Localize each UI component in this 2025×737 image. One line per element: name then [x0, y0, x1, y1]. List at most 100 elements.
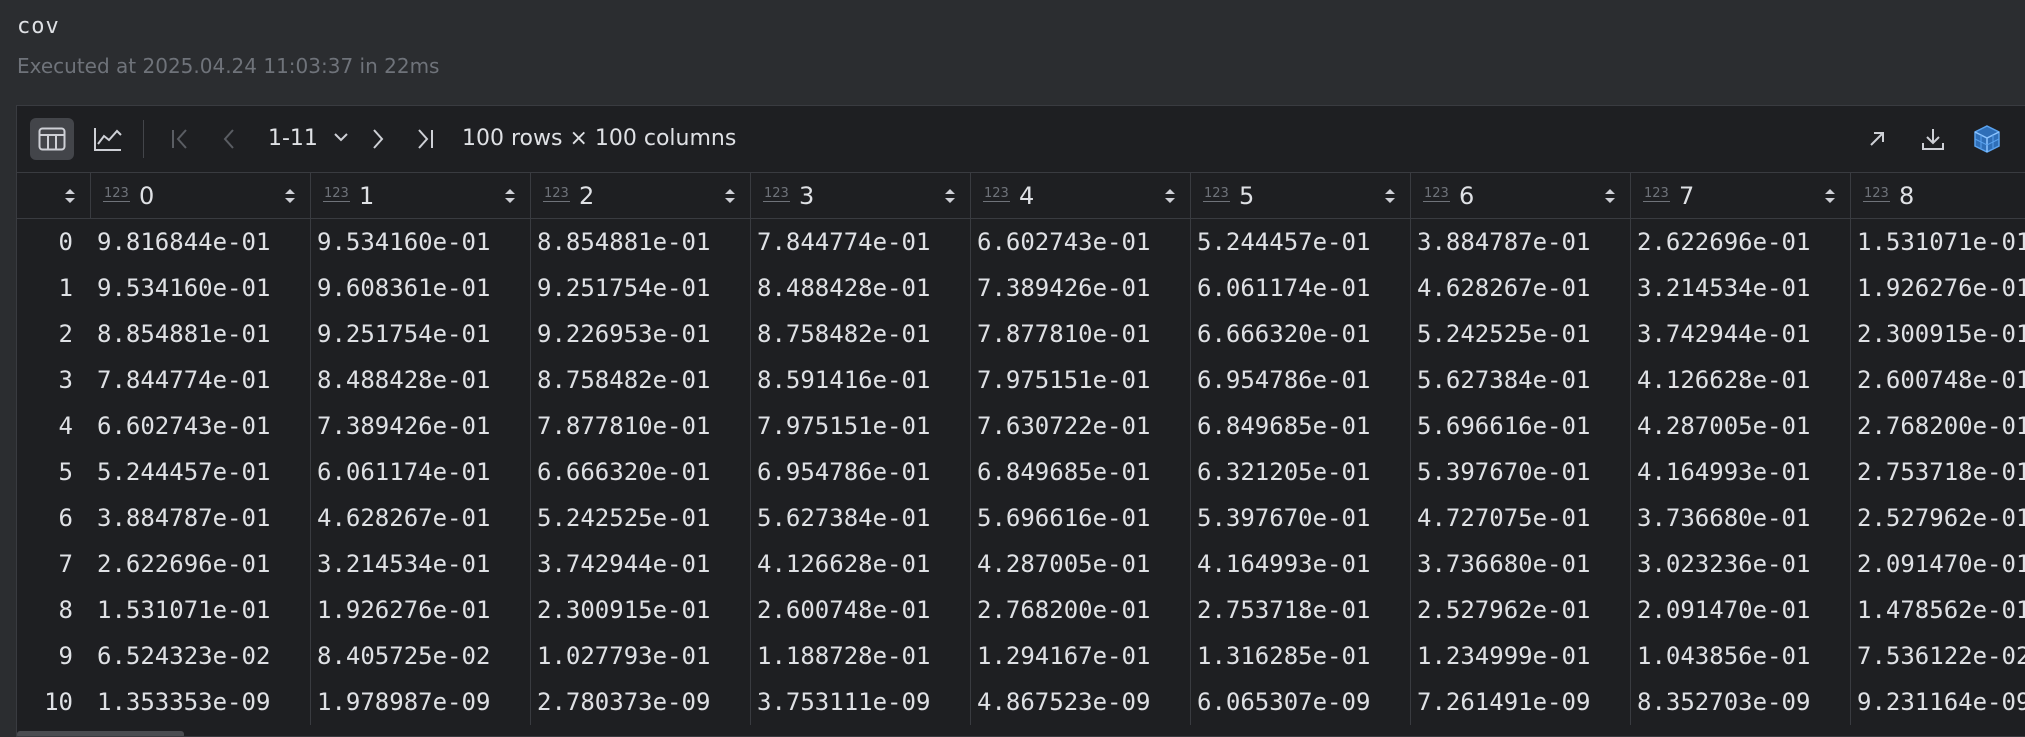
table-row[interactable]: 2 8.854881e-01 9.251754e-01 9.226953e-01 8.7…	[17, 311, 2025, 357]
table-cell[interactable]: 7.389426e-01	[311, 403, 531, 449]
last-page-icon[interactable]	[407, 118, 443, 160]
table-cell[interactable]: 5.627384e-01	[1411, 357, 1631, 403]
table-cell[interactable]: 1.316285e-01	[1191, 633, 1411, 679]
table-cell[interactable]: 2.600748e-01	[1851, 357, 2025, 403]
table-cell[interactable]: 8.758482e-01	[751, 311, 971, 357]
table-row[interactable]: 9 6.524323e-02 8.405725e-02 1.027793e-01 1.1…	[17, 633, 2025, 679]
table-cell[interactable]: 6.524323e-02	[91, 633, 311, 679]
table-cell[interactable]: 3.742944e-01	[1631, 311, 1851, 357]
table-cell[interactable]: 7.975151e-01	[971, 357, 1191, 403]
table-cell[interactable]: 2.300915e-01	[531, 587, 751, 633]
chevron-down-icon[interactable]	[332, 128, 350, 150]
table-row[interactable]: 7 2.622696e-01 3.214534e-01 3.742944e-01 4.1…	[17, 541, 2025, 587]
table-cell[interactable]: 2.527962e-01	[1411, 587, 1631, 633]
table-cell[interactable]: 6.061174e-01	[311, 449, 531, 495]
table-cell[interactable]: 1.234999e-01	[1411, 633, 1631, 679]
table-cell[interactable]: 2.091470e-01	[1851, 541, 2025, 587]
table-cell[interactable]: 7.630722e-01	[971, 403, 1191, 449]
page-range-label[interactable]: 1-11	[268, 126, 318, 151]
sort-icon[interactable]	[943, 186, 957, 206]
table-cell[interactable]: 6.061174e-01	[1191, 265, 1411, 311]
table-cell[interactable]: 8.488428e-01	[751, 265, 971, 311]
table-row[interactable]: 5 5.244457e-01 6.061174e-01 6.666320e-01 6.9…	[17, 449, 2025, 495]
table-cell[interactable]: 1.926276e-01	[1851, 265, 2025, 311]
table-row[interactable]: 6 3.884787e-01 4.628267e-01 5.242525e-01 5.6…	[17, 495, 2025, 541]
table-cell[interactable]: 3.884787e-01	[91, 495, 311, 541]
sort-icon[interactable]	[1383, 186, 1397, 206]
column-header[interactable]: 123 1	[311, 173, 531, 218]
table-row[interactable]: 0 9.816844e-01 9.534160e-01 8.854881e-01 7.8…	[17, 219, 2025, 265]
sort-icon[interactable]	[503, 186, 517, 206]
data-cube-icon[interactable]	[1967, 118, 2007, 160]
table-cell[interactable]: 4.126628e-01	[1631, 357, 1851, 403]
table-row[interactable]: 8 1.531071e-01 1.926276e-01 2.300915e-01 2.6…	[17, 587, 2025, 633]
table-cell[interactable]: 4.287005e-01	[971, 541, 1191, 587]
table-cell[interactable]: 7.389426e-01	[971, 265, 1191, 311]
table-cell[interactable]: 9.226953e-01	[531, 311, 751, 357]
column-header[interactable]: 123 2	[531, 173, 751, 218]
table-cell[interactable]: 3.736680e-01	[1411, 541, 1631, 587]
table-cell[interactable]: 6.954786e-01	[1191, 357, 1411, 403]
table-cell[interactable]: 3.214534e-01	[311, 541, 531, 587]
table-cell[interactable]: 2.527962e-01	[1851, 495, 2025, 541]
table-cell[interactable]: 9.816844e-01	[91, 219, 311, 265]
table-cell[interactable]: 3.214534e-01	[1631, 265, 1851, 311]
table-cell[interactable]: 5.397670e-01	[1191, 495, 1411, 541]
table-cell[interactable]: 4.727075e-01	[1411, 495, 1631, 541]
table-cell[interactable]: 4.628267e-01	[1411, 265, 1631, 311]
table-cell[interactable]: 7.261491e-09	[1411, 679, 1631, 725]
table-cell[interactable]: 6.666320e-01	[531, 449, 751, 495]
column-header[interactable]: 123 5	[1191, 173, 1411, 218]
table-cell[interactable]: 7.877810e-01	[971, 311, 1191, 357]
table-cell[interactable]: 1.478562e-01	[1851, 587, 2025, 633]
table-cell[interactable]: 6.849685e-01	[1191, 403, 1411, 449]
table-cell[interactable]: 5.242525e-01	[531, 495, 751, 541]
table-cell[interactable]: 1.294167e-01	[971, 633, 1191, 679]
table-cell[interactable]: 6.321205e-01	[1191, 449, 1411, 495]
table-cell[interactable]: 8.405725e-02	[311, 633, 531, 679]
table-cell[interactable]: 2.622696e-01	[91, 541, 311, 587]
table-cell[interactable]: 2.780373e-09	[531, 679, 751, 725]
table-cell[interactable]: 2.091470e-01	[1631, 587, 1851, 633]
table-cell[interactable]: 1.978987e-09	[311, 679, 531, 725]
table-cell[interactable]: 3.753111e-09	[751, 679, 971, 725]
table-cell[interactable]: 4.628267e-01	[311, 495, 531, 541]
table-cell[interactable]: 4.164993e-01	[1631, 449, 1851, 495]
table-cell[interactable]: 8.591416e-01	[751, 357, 971, 403]
table-cell[interactable]: 2.600748e-01	[751, 587, 971, 633]
chevron-right-icon[interactable]	[363, 118, 393, 160]
table-cell[interactable]: 1.926276e-01	[311, 587, 531, 633]
table-cell[interactable]: 3.736680e-01	[1631, 495, 1851, 541]
table-cell[interactable]: 6.666320e-01	[1191, 311, 1411, 357]
table-cell[interactable]: 8.854881e-01	[531, 219, 751, 265]
table-cell[interactable]: 2.622696e-01	[1631, 219, 1851, 265]
table-cell[interactable]: 9.534160e-01	[91, 265, 311, 311]
table-cell[interactable]: 2.300915e-01	[1851, 311, 2025, 357]
table-cell[interactable]: 7.536122e-02	[1851, 633, 2025, 679]
table-row[interactable]: 1 9.534160e-01 9.608361e-01 9.251754e-01 8.4…	[17, 265, 2025, 311]
table-cell[interactable]: 9.251754e-01	[311, 311, 531, 357]
table-cell[interactable]: 1.027793e-01	[531, 633, 751, 679]
table-cell[interactable]: 7.844774e-01	[751, 219, 971, 265]
table-cell[interactable]: 5.242525e-01	[1411, 311, 1631, 357]
sort-icon[interactable]	[1603, 186, 1617, 206]
table-cell[interactable]: 8.854881e-01	[91, 311, 311, 357]
table-cell[interactable]: 5.244457e-01	[91, 449, 311, 495]
table-cell[interactable]: 4.287005e-01	[1631, 403, 1851, 449]
table-cell[interactable]: 6.065307e-09	[1191, 679, 1411, 725]
table-row[interactable]: 3 7.844774e-01 8.488428e-01 8.758482e-01 8.5…	[17, 357, 2025, 403]
table-cell[interactable]: 2.768200e-01	[971, 587, 1191, 633]
table-cell[interactable]: 9.251754e-01	[531, 265, 751, 311]
table-cell[interactable]: 7.877810e-01	[531, 403, 751, 449]
column-header[interactable]: 123 8	[1851, 173, 2025, 218]
table-cell[interactable]: 2.768200e-01	[1851, 403, 2025, 449]
table-cell[interactable]: 1.531071e-01	[91, 587, 311, 633]
table-cell[interactable]: 1.531071e-01	[1851, 219, 2025, 265]
table-cell[interactable]: 8.352703e-09	[1631, 679, 1851, 725]
table-cell[interactable]: 1.043856e-01	[1631, 633, 1851, 679]
table-row[interactable]: 10 1.353353e-09 1.978987e-09 2.780373e-09 3.…	[17, 679, 2025, 725]
table-cell[interactable]: 5.696616e-01	[971, 495, 1191, 541]
table-cell[interactable]: 6.849685e-01	[971, 449, 1191, 495]
table-cell[interactable]: 4.126628e-01	[751, 541, 971, 587]
table-cell[interactable]: 1.353353e-09	[91, 679, 311, 725]
